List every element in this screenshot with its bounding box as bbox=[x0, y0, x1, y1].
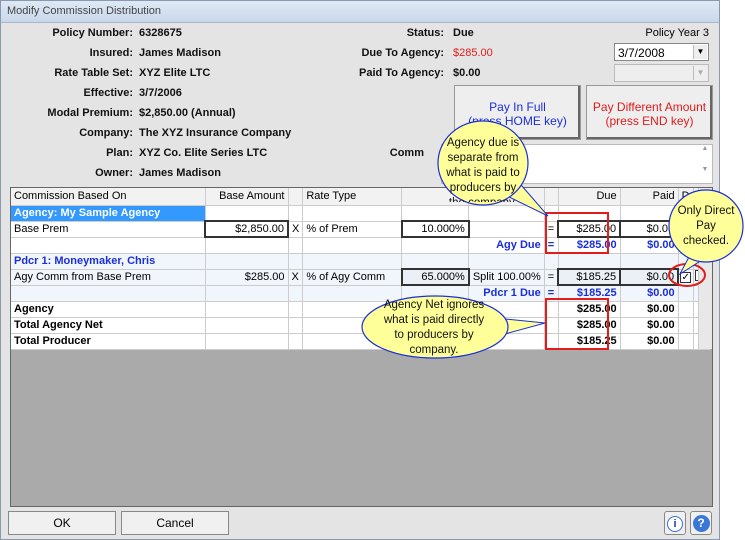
callout-text-direct-pay: Only Direct Pay checked. bbox=[677, 205, 735, 247]
callout-text-agency-due: Agency due is separate from what is paid… bbox=[446, 137, 520, 202]
highlight-agency-due bbox=[545, 212, 609, 254]
annotation-overlay bbox=[361, 120, 744, 359]
highlight-totals bbox=[545, 298, 609, 350]
callout-text-agency-net: Agency Net ignores what is paid directly… bbox=[383, 299, 485, 356]
